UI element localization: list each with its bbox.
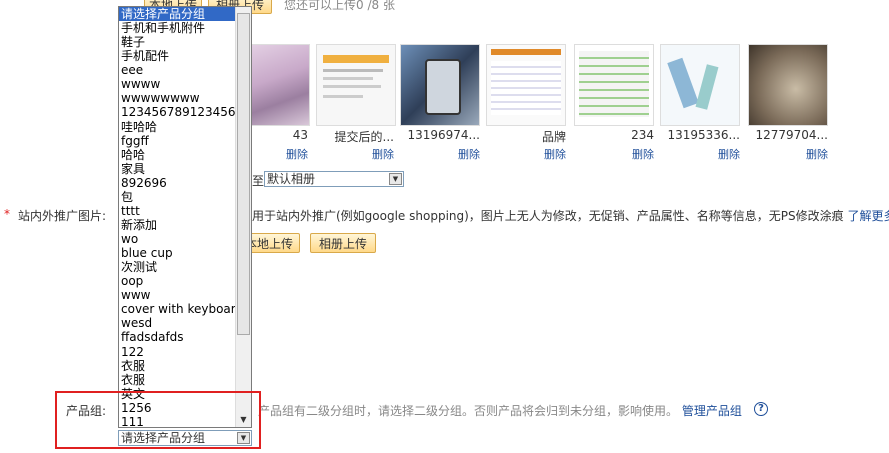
question-icon[interactable]: ? bbox=[754, 402, 768, 416]
dropdown-option[interactable]: 892696 bbox=[119, 176, 235, 190]
thumbnail-caption: 13195336... bbox=[667, 128, 740, 142]
delete-link[interactable]: 删除 bbox=[314, 146, 394, 162]
dropdown-option[interactable]: 1234567891234567 bbox=[119, 105, 235, 119]
promo-image-desc: 用于站内外推广(例如google shopping)，图片上无人为修改，无促销、… bbox=[252, 207, 889, 224]
album-upload-button[interactable]: 相册上传 bbox=[310, 233, 376, 253]
upload-count-text: 您还可以上传0 /8 张 bbox=[284, 0, 395, 12]
thumbnail-caption: 12779704... bbox=[755, 128, 828, 142]
thumbnail-caption: 品牌 bbox=[541, 130, 566, 144]
dropdown-option[interactable]: 哈哈 bbox=[119, 148, 235, 162]
learn-more-link[interactable]: 了解更多 bbox=[848, 209, 889, 223]
dropdown-option[interactable]: 手机和手机附件 bbox=[119, 21, 235, 35]
delete-link[interactable]: 删除 bbox=[400, 146, 480, 162]
product-group-dropdown-list[interactable]: 请选择产品分组 手机和手机附件 鞋子 手机配件 eee wwww wwwwwwww 12345… bbox=[118, 6, 252, 428]
thumbnail-image[interactable] bbox=[574, 44, 654, 126]
thumbnail-image[interactable] bbox=[486, 44, 566, 126]
manage-product-group-link[interactable]: 管理产品组 bbox=[682, 404, 742, 418]
dropdown-options: 请选择产品分组 手机和手机附件 鞋子 手机配件 eee wwww wwwwwwww 12345… bbox=[119, 7, 235, 427]
annotation-highlight-box bbox=[55, 391, 261, 449]
dropdown-option[interactable]: 家具 bbox=[119, 162, 235, 176]
thumbnail-image[interactable] bbox=[400, 44, 480, 126]
delete-link[interactable]: 删除 bbox=[748, 146, 828, 162]
thumbnail-caption: 提交后的... bbox=[334, 130, 394, 144]
product-group-hint: 产品组有二级分组时，请选择二级分组。否则产品将会归到未分组，影响使用。 管理产品… bbox=[258, 404, 742, 418]
chevron-down-icon: ▼ bbox=[389, 173, 402, 185]
album-select[interactable]: 默认相册 ▼ bbox=[264, 171, 404, 187]
dropdown-option[interactable]: www bbox=[119, 288, 235, 302]
dropdown-option[interactable]: 鞋子 bbox=[119, 35, 235, 49]
album-select-prefix: 至 bbox=[252, 174, 265, 188]
dropdown-option[interactable]: wesd bbox=[119, 316, 235, 330]
thumbnail-caption: 234 bbox=[631, 128, 654, 142]
dropdown-option[interactable]: oop bbox=[119, 274, 235, 288]
dropdown-option[interactable]: 请选择产品分组 bbox=[119, 7, 235, 22]
required-mark: * bbox=[4, 207, 10, 221]
dropdown-option[interactable]: 新添加 bbox=[119, 218, 235, 232]
delete-link[interactable]: 删除 bbox=[486, 146, 566, 162]
promo-image-label: 站内外推广图片: bbox=[18, 209, 107, 223]
dropdown-option[interactable]: 衣服 bbox=[119, 373, 235, 387]
dropdown-option[interactable]: fggff bbox=[119, 134, 235, 148]
dropdown-option[interactable]: 次测试 bbox=[119, 260, 235, 274]
scrollbar[interactable]: ▼ bbox=[235, 7, 251, 427]
delete-link[interactable]: 删除 bbox=[660, 146, 740, 162]
dropdown-option[interactable]: cover with keyboard bbox=[119, 302, 235, 316]
dropdown-option[interactable]: wwww bbox=[119, 77, 235, 91]
thumbnail-image[interactable] bbox=[748, 44, 828, 126]
dropdown-option[interactable]: 手机配件 bbox=[119, 49, 235, 63]
dropdown-option[interactable]: 122 bbox=[119, 345, 235, 359]
thumbnail-caption: 13196974... bbox=[407, 128, 480, 142]
thumbnail-image[interactable] bbox=[316, 44, 396, 126]
dropdown-option[interactable]: eee bbox=[119, 63, 235, 77]
thumbnail-image[interactable] bbox=[660, 44, 740, 126]
delete-link[interactable]: 删除 bbox=[574, 146, 654, 162]
dropdown-option[interactable]: 哇哈哈 bbox=[119, 120, 235, 134]
dropdown-option[interactable]: 衣服 bbox=[119, 359, 235, 373]
dropdown-option[interactable]: blue cup bbox=[119, 246, 235, 260]
dropdown-option[interactable]: tttt bbox=[119, 204, 235, 218]
dropdown-option[interactable]: wo bbox=[119, 232, 235, 246]
scrollbar-thumb[interactable] bbox=[237, 13, 250, 335]
dropdown-option[interactable]: ffadsdafds bbox=[119, 330, 235, 344]
dropdown-option[interactable]: wwwwwwww bbox=[119, 91, 235, 105]
dropdown-option[interactable]: 包 bbox=[119, 190, 235, 204]
